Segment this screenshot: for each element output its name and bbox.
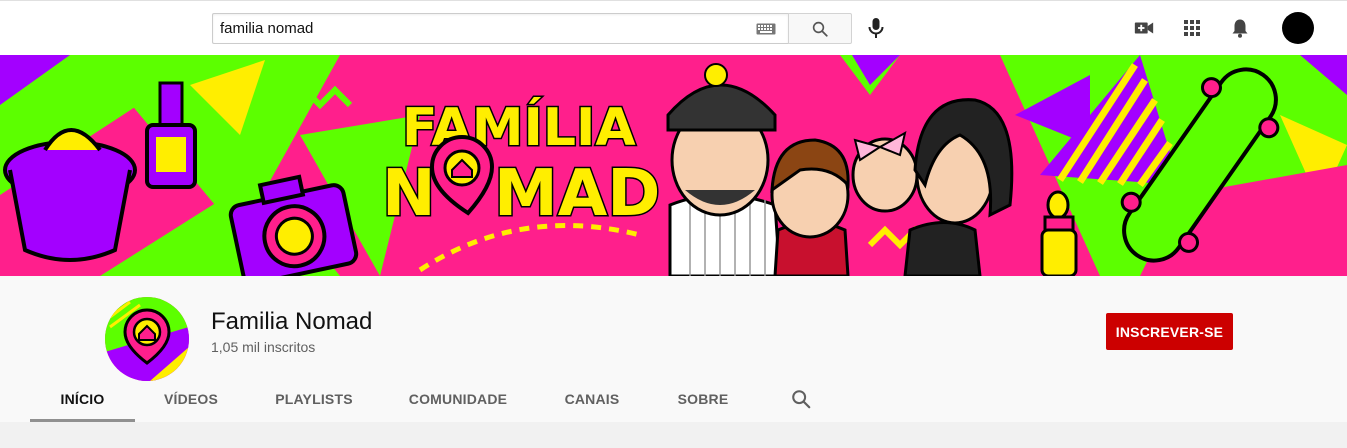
keyboard-icon[interactable] <box>756 23 776 35</box>
subscriber-count: 1,05 mil inscritos <box>211 339 316 355</box>
search-input-value: familia nomad <box>220 20 314 37</box>
masthead-border <box>0 0 1347 1</box>
avatar[interactable] <box>1282 12 1314 44</box>
search-form: familia nomad <box>212 13 852 44</box>
home-pin-icon <box>429 135 495 216</box>
mic-icon[interactable] <box>866 17 886 39</box>
channel-logo-icon <box>105 297 189 381</box>
search-button[interactable] <box>788 13 852 44</box>
channel-banner: FAMÍLIA N MAD <box>0 55 1347 276</box>
banner-artwork: FAMÍLIA N MAD <box>0 55 1347 276</box>
subscribe-button[interactable]: INSCREVER-SE <box>1106 313 1233 350</box>
tab-inicio[interactable]: INÍCIO <box>30 376 135 422</box>
masthead: familia nomad <box>0 0 1347 56</box>
banner-title-mad: MAD <box>494 157 660 231</box>
channel-search-icon[interactable] <box>790 388 812 410</box>
channel-name: Familia Nomad <box>211 308 373 335</box>
tab-videos[interactable]: VÍDEOS <box>150 376 232 422</box>
search-input[interactable]: familia nomad <box>212 13 788 44</box>
tab-playlists[interactable]: PLAYLISTS <box>264 376 364 422</box>
apps-grid-icon[interactable] <box>1181 17 1203 39</box>
tab-sobre[interactable]: SOBRE <box>666 376 740 422</box>
pot-illustration <box>3 128 137 262</box>
search-icon <box>812 21 828 37</box>
channel-avatar[interactable] <box>105 297 189 381</box>
tab-canais[interactable]: CANAIS <box>552 376 632 422</box>
channel-tabs: INÍCIO VÍDEOS PLAYLISTS COMUNIDADE CANAI… <box>0 376 1347 422</box>
channel-header: Familia Nomad 1,05 mil inscritos INSCREV… <box>0 276 1347 422</box>
create-video-icon[interactable] <box>1133 17 1155 39</box>
tab-comunidade[interactable]: COMUNIDADE <box>398 376 518 422</box>
page-content-area <box>0 422 1347 448</box>
banner-title-n: N <box>382 157 436 231</box>
bell-icon[interactable] <box>1229 17 1251 39</box>
family-illustration <box>666 63 1014 276</box>
